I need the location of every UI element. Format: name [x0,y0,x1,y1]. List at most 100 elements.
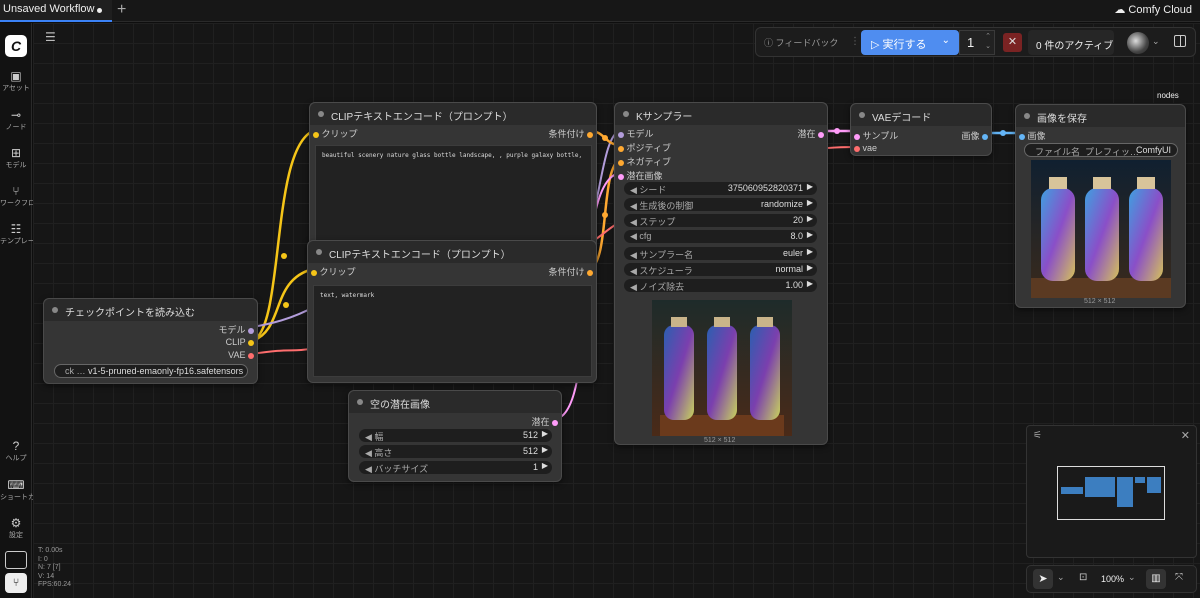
arrow-right-icon[interactable]: ▶ [807,263,813,272]
stepper-icon[interactable]: ⌃ ⌄ [985,32,991,52]
node-title: Kサンプラー [615,103,827,125]
minimap-node [1117,477,1133,507]
widget-value: 1.00 [785,280,803,290]
empty-latent-node[interactable]: 空の潜在画像 潜在 ◀ 幅 512 ▶ ◀ 高さ 512 ▶ ◀ バッチサイズ 1 ▶ [348,390,562,482]
pointer-icon[interactable]: ➤ [1033,569,1053,589]
filename-prefix-widget[interactable]: ファイル名_プレフィッ… ComfyUI [1024,143,1178,157]
cfg-widget[interactable]: ◀ cfg 8.0 ▶ [624,230,817,243]
feedback-button[interactable]: ⓘ フィードバック [764,36,838,49]
steps-widget[interactable]: ◀ ステップ 20 ▶ [624,214,817,227]
minimap[interactable]: ⚟ ✕ [1026,425,1197,558]
widget-label: ◀ シード [630,185,667,195]
arrow-right-icon[interactable]: ▶ [807,247,813,256]
clip-text-encode-negative-node[interactable]: CLIPテキストエンコード（プロンプト） クリップ 条件付け text, wat… [307,240,597,383]
run-button[interactable]: ▷ 実行する ⌄ [861,30,959,55]
minimap-node [1147,477,1161,493]
arrow-right-icon[interactable]: ▶ [542,461,548,470]
minimap-node [1135,477,1145,483]
minimap-viewport[interactable] [1057,466,1165,520]
output-slot-conditioning[interactable]: 条件付け [548,265,593,278]
input-slot-clip[interactable]: クリップ [311,265,356,278]
batch-size-widget[interactable]: ◀ バッチサイズ 1 ▶ [359,461,552,474]
batch-count-input[interactable]: 1 ⌃ ⌄ [959,30,995,55]
slot-label: ポジティブ [626,143,671,153]
close-icon[interactable]: ✕ [1181,429,1190,442]
arrow-right-icon[interactable]: ▶ [807,214,813,223]
slot-dot [618,145,624,152]
prompt-textarea[interactable]: text, watermark [313,285,592,377]
widget-label: ◀ 高さ [365,448,393,458]
cancel-queue-button[interactable]: ✕ [1003,33,1022,52]
output-slot-conditioning[interactable]: 条件付け [548,127,593,140]
sliders-icon[interactable]: ⚟ [1033,430,1042,441]
slot-label: サンプル [862,131,899,141]
clip-text-encode-positive-node[interactable]: CLIPテキストエンコード（プロンプト） クリップ 条件付け beautiful… [309,102,597,262]
arrow-right-icon[interactable]: ▶ [807,198,813,207]
height-widget[interactable]: ◀ 高さ 512 ▶ [359,445,552,458]
widget-label: ◀ スケジューラ [630,266,693,276]
output-slot-image[interactable]: 画像 [961,129,988,142]
input-slot-samples[interactable]: サンプル [854,129,898,142]
sampler-name-widget[interactable]: ◀ サンプラー名 euler ▶ [624,247,817,260]
play-icon: ▷ [871,39,883,51]
stat-v: V: 14 [38,572,55,580]
canvas-controls: ➤ ⌄ ⊡ 100% ⌄ ▥ ⤧ [1026,565,1197,593]
active-queue-button[interactable]: 0 件のアクティブ [1028,30,1114,55]
widget-label: ◀ 生成後の制御 [630,201,694,211]
chevron-down-icon[interactable]: ⌄ [942,35,950,46]
output-slot-model[interactable]: モデル [218,323,254,336]
checkpoint-select[interactable]: ck … v1-5-pruned-emaonly-fp16.safetensors [54,364,248,378]
panel-toggle-icon[interactable] [1174,35,1186,47]
widget-value: 20 [792,215,803,225]
arrow-right-icon[interactable]: ▶ [807,230,813,239]
denoise-widget[interactable]: ◀ ノイズ除去 1.00 ▶ [624,279,817,292]
input-slot-latent[interactable]: 潜在画像 [618,169,663,182]
vae-decode-node[interactable]: VAEデコード サンプル 画像 vae [850,103,992,156]
arrow-right-icon[interactable]: ▶ [807,182,813,191]
ksampler-preview-image [652,300,792,436]
input-slot-negative[interactable]: ネガティブ [618,155,671,168]
input-slot-positive[interactable]: ポジティブ [618,141,671,154]
output-slot-clip[interactable]: CLIP [226,337,254,347]
zoom-level[interactable]: 100% [1101,574,1124,584]
arrow-right-icon[interactable]: ▶ [807,279,813,288]
seed-widget[interactable]: ◀ シード 375060952820371 ▶ [624,182,817,195]
slot-dot [854,133,860,140]
minimap-node [1061,487,1083,494]
widget-label: ◀ サンプラー名 [630,250,694,260]
width-widget[interactable]: ◀ 幅 512 ▶ [359,429,552,442]
slot-label: 条件付け [548,267,585,277]
save-image-node[interactable]: 画像を保存 画像 ファイル名_プレフィッ… ComfyUI 512 × 512 [1015,104,1186,308]
widget-label: ファイル名_プレフィッ… [1035,147,1139,157]
scheduler-widget[interactable]: ◀ スケジューラ normal ▶ [624,263,817,276]
arrow-right-icon[interactable]: ▶ [542,429,548,438]
link-toggle-icon[interactable]: ⤧ [1175,572,1183,583]
fit-view-icon[interactable]: ⊡ [1079,572,1087,583]
map-icon[interactable]: ▥ [1146,569,1166,589]
node-title: CLIPテキストエンコード（プロンプト） [308,241,596,263]
link-midpoint [602,212,608,218]
slot-label: クリップ [319,267,356,277]
widget-value: 512 [522,446,538,456]
control-after-generate-widget[interactable]: ◀ 生成後の制御 randomize ▶ [624,198,817,211]
chevron-down-icon[interactable]: ⌄ [1128,572,1136,583]
chevron-down-icon[interactable]: ⌄ [1152,36,1160,47]
output-slot-vae[interactable]: VAE [228,350,254,360]
input-slot-vae[interactable]: vae [854,143,877,153]
chevron-down-icon[interactable]: ⌄ [1057,572,1065,583]
output-slot-latent[interactable]: 潜在 [797,127,824,140]
arrow-right-icon[interactable]: ▶ [542,445,548,454]
output-slot-latent[interactable]: 潜在 [531,415,558,428]
slot-label: vae [862,143,878,153]
input-slot-clip[interactable]: クリップ [313,127,358,140]
avatar[interactable] [1127,32,1149,54]
widget-label: ◀ バッチサイズ [365,464,429,474]
checkpoint-loader-node[interactable]: チェックポイントを読み込む モデル CLIP VAE ck … v1-5-prun… [43,298,258,384]
ksampler-node[interactable]: Kサンプラー モデル 潜在 ポジティブ ネガティブ 潜在画像 ◀ シード 3750… [614,102,828,445]
stat-i: I: 0 [38,555,48,563]
input-slot-image[interactable]: 画像 [1019,129,1046,142]
stat-nodes: N: 7 [7] [38,564,61,571]
input-slot-model[interactable]: モデル [618,127,654,140]
slot-label: 潜在 [531,417,550,427]
link-midpoint [1000,130,1006,136]
